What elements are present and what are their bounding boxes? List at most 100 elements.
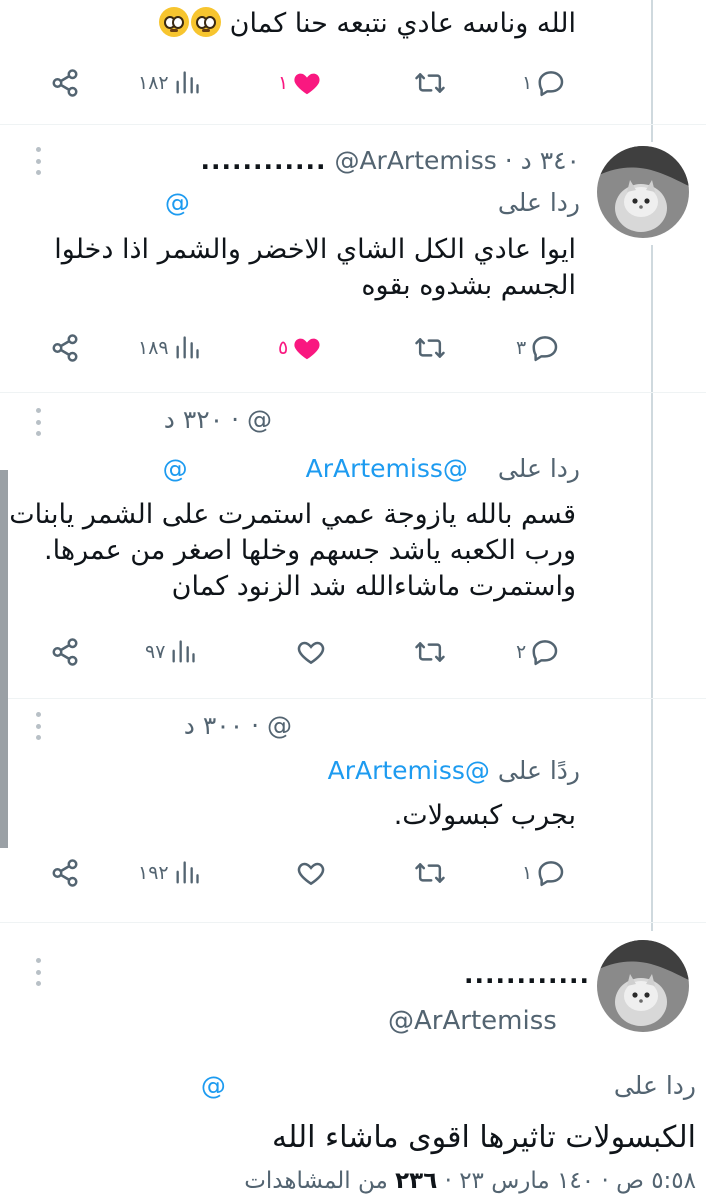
views-count: ١٨٢	[138, 72, 169, 94]
tweet-actions: ١٨٢ ١ ١	[0, 58, 706, 108]
pleading-face-emoji	[159, 7, 190, 37]
views-button[interactable]: ١٩٢	[138, 848, 201, 898]
pleading-face-emoji	[191, 7, 222, 37]
retweet-icon	[415, 73, 445, 93]
reply-button[interactable]: ٢	[516, 627, 560, 677]
reply-count: ١	[522, 862, 533, 884]
tweet-header: @ · ٣٢٠ د	[163, 405, 272, 434]
views-count: ٢٣٦	[395, 1168, 438, 1194]
more-icon[interactable]	[36, 712, 42, 740]
retweet-button[interactable]	[414, 58, 446, 108]
share-button[interactable]	[50, 323, 80, 373]
timestamp[interactable]: ٣٠٠ د	[184, 711, 243, 740]
views-button[interactable]: ١٨٩	[138, 323, 201, 373]
reply-context: ردا على @ArArtemiss @	[163, 454, 580, 483]
reply-to-link[interactable]: @ArArtemiss	[306, 454, 468, 483]
like-icon	[297, 641, 325, 665]
retweet-icon	[415, 642, 445, 662]
more-icon[interactable]	[36, 408, 42, 436]
tweet-text: قسم بالله يازوجة عمي استمرت على الشمر يا…	[9, 499, 576, 602]
reply-context: ردا على @	[165, 188, 580, 217]
display-name[interactable]: ............	[464, 960, 590, 989]
reply-to-link[interactable]: @	[165, 188, 190, 217]
retweet-button[interactable]	[414, 627, 446, 677]
like-icon	[297, 862, 325, 886]
handle[interactable]: @	[247, 405, 272, 434]
like-button[interactable]	[296, 848, 326, 898]
reply-icon	[532, 336, 558, 362]
tweet-actions: ٩٧ ٢	[0, 627, 706, 677]
like-count: ١	[278, 72, 289, 94]
reply-button[interactable]: ٣	[516, 323, 560, 373]
tweet-actions: ١٨٩ ٥ ٣	[0, 323, 706, 373]
avatar[interactable]	[597, 940, 689, 1032]
share-icon	[52, 69, 78, 97]
reply-prefix: ردا على	[613, 1071, 696, 1100]
timestamp[interactable]: ٣٤٠ د	[521, 146, 580, 175]
tweet-text: الكبسولات تاثيرها اقوى ماشاء الله	[272, 1120, 696, 1155]
tweet-actions: ١٩٢ ١	[0, 848, 706, 898]
tweet-footer: ٥:٥٨ ص · ١٤٠ مارس ٢٣ · ٢٣٦ من المشاهدات	[244, 1168, 696, 1194]
tweet-text: ايوا عادي الكل الشاي الاخضر والشمر اذا د…	[54, 234, 576, 301]
tweet-header: ............ @ArArtemiss · ٣٤٠ د	[200, 146, 580, 175]
views-button[interactable]: ٩٧	[145, 627, 197, 677]
divider	[0, 124, 706, 125]
like-button[interactable]: ٥	[278, 323, 322, 373]
views-count: ٩٧	[145, 641, 166, 663]
more-icon[interactable]	[36, 147, 42, 175]
views-count: ١٩٢	[138, 862, 169, 884]
reply-to-link[interactable]: @	[201, 1071, 226, 1100]
reply-count: ٣	[516, 337, 527, 359]
share-button[interactable]	[50, 848, 80, 898]
reply-prefix: ردًا على	[497, 756, 580, 785]
divider	[0, 392, 706, 393]
reply-to-link[interactable]: @ArArtemiss	[328, 756, 490, 785]
tweet-text: بجرب كبسولات.	[393, 800, 576, 831]
timestamp[interactable]: ٣٢٠ د	[164, 405, 223, 434]
retweet-button[interactable]	[414, 848, 446, 898]
retweet-icon	[415, 338, 445, 358]
views-label: من المشاهدات	[244, 1168, 388, 1194]
reply-context: ردًا على @ArArtemiss	[328, 756, 580, 785]
reply-button[interactable]: ١	[522, 58, 566, 108]
reply-count: ٢	[516, 641, 527, 663]
tweet-header: @ · ٣٠٠ د	[183, 711, 292, 740]
share-icon	[52, 859, 78, 887]
reply-count: ١	[522, 72, 533, 94]
reply-prefix: ردا على	[497, 454, 580, 483]
more-icon[interactable]	[36, 958, 42, 986]
views-button[interactable]: ١٨٢	[138, 58, 201, 108]
handle[interactable]: @ArArtemiss	[388, 1006, 557, 1036]
views-icon	[176, 336, 199, 359]
reply-prefix: ردا على	[497, 188, 580, 217]
reply-context: ردا على @	[201, 1071, 696, 1100]
retweet-icon	[415, 863, 445, 883]
tweet-date[interactable]: ١٤٠ مارس ٢٣	[459, 1168, 594, 1194]
reply-icon	[538, 71, 564, 97]
views-icon	[172, 640, 196, 663]
handle[interactable]: @	[267, 711, 292, 740]
divider	[0, 922, 706, 923]
reply-to-link[interactable]: @	[163, 454, 188, 483]
retweet-button[interactable]	[414, 323, 446, 373]
like-button[interactable]	[296, 627, 326, 677]
tweet-time[interactable]: ٥:٥٨ ص	[616, 1168, 696, 1194]
views-icon	[176, 861, 199, 884]
handle[interactable]: @ArArtemiss	[334, 146, 496, 175]
like-button[interactable]: ١	[278, 58, 322, 108]
reply-button[interactable]: ١	[522, 848, 566, 898]
share-button[interactable]	[50, 627, 80, 677]
display-name[interactable]: ............	[201, 146, 327, 175]
share-icon	[52, 334, 78, 362]
like-icon	[294, 73, 320, 95]
share-button[interactable]	[50, 58, 80, 108]
avatar[interactable]	[597, 146, 689, 238]
like-icon	[294, 338, 320, 360]
reply-icon	[532, 640, 558, 666]
share-icon	[52, 638, 78, 666]
divider	[0, 698, 706, 699]
scrollbar[interactable]	[0, 470, 8, 848]
reply-icon	[538, 861, 564, 887]
tweet-text: الله وناسه عادي نتبعه حنا كمان	[157, 6, 576, 42]
views-count: ١٨٩	[138, 337, 169, 359]
